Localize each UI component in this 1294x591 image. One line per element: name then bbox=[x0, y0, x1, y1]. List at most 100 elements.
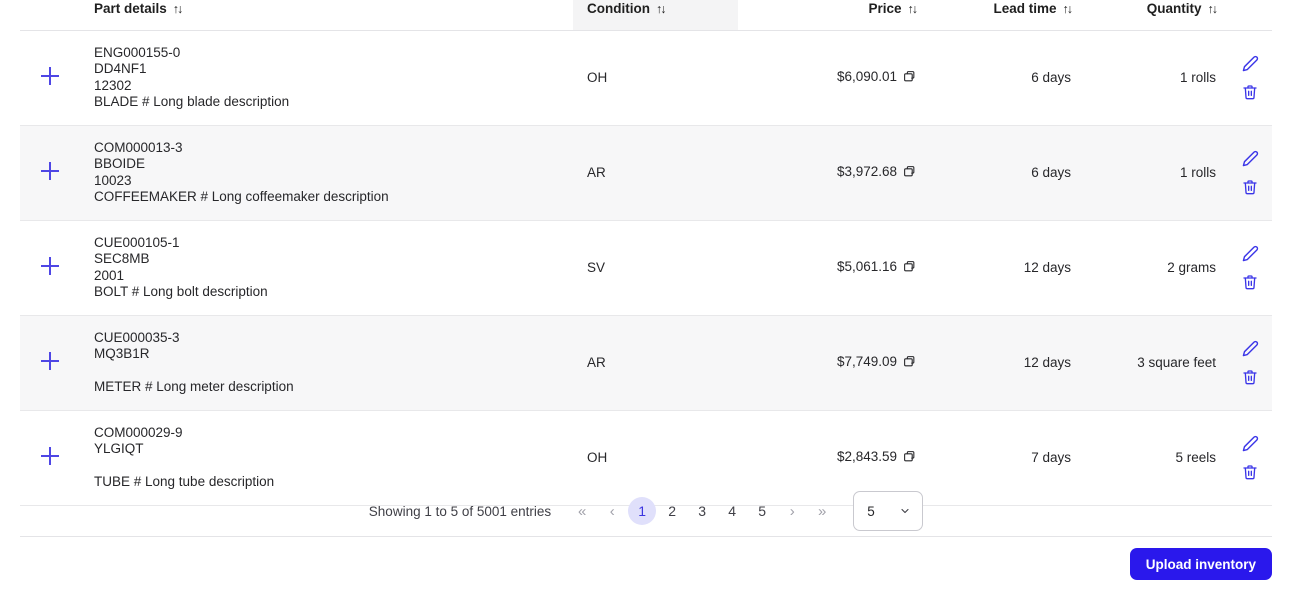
column-header-quantity[interactable]: Quantity ↑↓ bbox=[1083, 0, 1228, 30]
edit-row-button[interactable] bbox=[1240, 338, 1260, 358]
part-code bbox=[94, 363, 573, 380]
plus-icon[interactable] bbox=[40, 446, 60, 466]
pagination-prev-button[interactable]: ‹ bbox=[598, 497, 626, 525]
part-details-cell: COM000013-3 BBOIDE 10023 COFFEEMAKER # Long… bbox=[80, 125, 573, 220]
column-header-actions bbox=[1228, 0, 1272, 30]
sort-icon-lead-time[interactable]: ↑↓ bbox=[1063, 2, 1073, 16]
pagination-bar: Showing 1 to 5 of 5001 entries « ‹ 1 2 3… bbox=[20, 486, 1272, 537]
row-actions-cell bbox=[1228, 220, 1272, 315]
copy-icon[interactable] bbox=[903, 165, 916, 181]
pagination-page-3[interactable]: 3 bbox=[688, 497, 716, 525]
edit-row-button[interactable] bbox=[1240, 148, 1260, 168]
lead-time-cell: 12 days bbox=[1023, 260, 1071, 275]
footer-actions: Upload inventory bbox=[20, 537, 1272, 591]
table-row[interactable]: CUE000035-3 MQ3B1R METER # Long meter des… bbox=[20, 315, 1272, 410]
lead-time-cell: 12 days bbox=[1023, 355, 1071, 370]
part-manufacturer: BBOIDE bbox=[94, 156, 146, 171]
column-header-expand bbox=[20, 0, 80, 30]
plus-icon[interactable] bbox=[40, 351, 60, 371]
inventory-table-page: Part details ↑↓ Condition ↑↓ Price ↑↓ Lead … bbox=[0, 0, 1294, 591]
quantity-cell: 1 rolls bbox=[1179, 165, 1216, 180]
price-value: $3,972.68 bbox=[836, 164, 897, 179]
sort-icon-part-details[interactable]: ↑↓ bbox=[173, 2, 183, 16]
pagination-page-1[interactable]: 1 bbox=[628, 497, 657, 525]
part-details-cell: CUE000035-3 MQ3B1R METER # Long meter des… bbox=[80, 315, 573, 410]
column-header-lead-time-label: Lead time bbox=[993, 1, 1057, 17]
column-header-lead-time[interactable]: Lead time ↑↓ bbox=[928, 0, 1083, 30]
price-value: $5,061.16 bbox=[836, 259, 897, 274]
lead-time-cell: 6 days bbox=[1031, 165, 1071, 180]
delete-row-button[interactable] bbox=[1240, 462, 1260, 482]
table-row[interactable]: CUE000105-1 SEC8MB 2001 BOLT # Long bolt de… bbox=[20, 220, 1272, 315]
edit-row-button[interactable] bbox=[1240, 53, 1260, 73]
column-header-condition-label: Condition bbox=[587, 1, 650, 17]
page-size-select[interactable]: 5 bbox=[853, 491, 924, 531]
delete-row-button[interactable] bbox=[1240, 177, 1260, 197]
column-header-quantity-label: Quantity bbox=[1146, 1, 1202, 17]
row-expand-cell[interactable] bbox=[20, 220, 80, 315]
plus-icon[interactable] bbox=[40, 161, 60, 181]
delete-row-button[interactable] bbox=[1240, 82, 1260, 102]
pagination-page-5[interactable]: 5 bbox=[748, 497, 776, 525]
row-expand-cell[interactable] bbox=[20, 125, 80, 220]
part-description: METER # Long meter description bbox=[94, 379, 294, 394]
part-description: BOLT # Long bolt description bbox=[94, 284, 268, 299]
copy-icon[interactable] bbox=[903, 70, 916, 86]
row-actions bbox=[1228, 243, 1272, 292]
edit-row-button[interactable] bbox=[1240, 243, 1260, 263]
part-code: 10023 bbox=[94, 172, 132, 188]
row-actions-cell bbox=[1228, 30, 1272, 125]
copy-icon[interactable] bbox=[903, 260, 916, 276]
column-header-part-details[interactable]: Part details ↑↓ bbox=[80, 0, 573, 30]
part-details-lines: ENG000155-0 DD4NF1 12302 BLADE # Long blade… bbox=[94, 45, 573, 111]
condition-cell: AR bbox=[587, 165, 606, 180]
delete-row-button[interactable] bbox=[1240, 367, 1260, 387]
table-row[interactable]: COM000013-3 BBOIDE 10023 COFFEEMAKER # Long… bbox=[20, 125, 1272, 220]
row-expand-cell[interactable] bbox=[20, 315, 80, 410]
part-details-lines: COM000013-3 BBOIDE 10023 COFFEEMAKER # Long… bbox=[94, 140, 573, 206]
table-body: ENG000155-0 DD4NF1 12302 BLADE # Long blade… bbox=[20, 30, 1272, 505]
plus-icon[interactable] bbox=[40, 256, 60, 276]
price-value: $7,749.09 bbox=[836, 354, 897, 369]
price-value: $2,843.59 bbox=[836, 449, 897, 464]
upload-inventory-button[interactable]: Upload inventory bbox=[1129, 548, 1272, 580]
row-actions-cell bbox=[1228, 125, 1272, 220]
delete-row-button[interactable] bbox=[1240, 272, 1260, 292]
part-number: CUE000035-3 bbox=[94, 329, 180, 345]
part-details-cell: ENG000155-0 DD4NF1 12302 BLADE # Long blade… bbox=[80, 30, 573, 125]
pagination-first-button[interactable]: « bbox=[568, 497, 596, 525]
pagination-page-4[interactable]: 4 bbox=[718, 497, 746, 525]
part-manufacturer: DD4NF1 bbox=[94, 61, 147, 76]
price-cell: $5,061.16 bbox=[738, 220, 928, 315]
pagination-page-2[interactable]: 2 bbox=[658, 497, 686, 525]
copy-icon[interactable] bbox=[903, 355, 916, 371]
price-cell: $3,972.68 bbox=[738, 125, 928, 220]
part-manufacturer: SEC8MB bbox=[94, 251, 150, 266]
edit-row-button[interactable] bbox=[1240, 433, 1260, 453]
inventory-table: Part details ↑↓ Condition ↑↓ Price ↑↓ Lead … bbox=[20, 0, 1272, 506]
sort-icon-condition[interactable]: ↑↓ bbox=[656, 2, 666, 16]
row-actions bbox=[1228, 338, 1272, 387]
part-code: 2001 bbox=[94, 267, 125, 283]
part-number: COM000013-3 bbox=[94, 139, 183, 155]
pagination-showing-text: Showing 1 to 5 of 5001 entries bbox=[368, 503, 552, 519]
plus-icon[interactable] bbox=[40, 66, 60, 86]
sort-icon-price[interactable]: ↑↓ bbox=[908, 2, 918, 16]
part-number: CUE000105-1 bbox=[94, 234, 180, 250]
copy-icon[interactable] bbox=[903, 450, 916, 466]
part-code bbox=[94, 458, 573, 475]
sort-icon-quantity[interactable]: ↑↓ bbox=[1208, 2, 1218, 16]
pagination-next-button[interactable]: › bbox=[778, 497, 806, 525]
part-code: 12302 bbox=[94, 77, 132, 93]
price-value: $6,090.01 bbox=[836, 69, 897, 84]
row-expand-cell[interactable] bbox=[20, 30, 80, 125]
price-cell: $6,090.01 bbox=[738, 30, 928, 125]
column-header-condition[interactable]: Condition ↑↓ bbox=[573, 0, 738, 30]
condition-cell: OH bbox=[587, 70, 608, 85]
quantity-cell: 3 square feet bbox=[1137, 355, 1216, 370]
table-row[interactable]: ENG000155-0 DD4NF1 12302 BLADE # Long blade… bbox=[20, 30, 1272, 125]
column-header-price[interactable]: Price ↑↓ bbox=[738, 0, 928, 30]
part-number: COM000029-9 bbox=[94, 424, 183, 440]
pagination-last-button[interactable]: » bbox=[808, 497, 836, 525]
column-header-price-label: Price bbox=[868, 1, 902, 17]
